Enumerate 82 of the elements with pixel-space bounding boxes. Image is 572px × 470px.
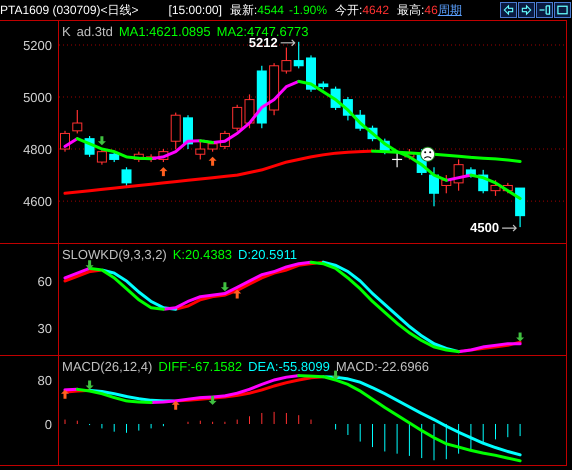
axis-label: 30 xyxy=(38,321,52,336)
split-panel-button[interactable] xyxy=(536,2,553,18)
candlestick xyxy=(515,188,526,228)
candlestick xyxy=(404,149,414,160)
legend-text: D:20.5911 xyxy=(238,246,298,264)
quote-text: 最新: xyxy=(230,2,258,19)
up-arrow-icon xyxy=(159,167,168,176)
candlestick xyxy=(429,167,439,206)
down-arrow-icon xyxy=(332,370,340,380)
candlestick xyxy=(269,63,280,116)
up-arrow-icon xyxy=(172,400,180,410)
quote-text: 今开: xyxy=(335,2,362,19)
candlestick xyxy=(306,55,316,92)
legend-text: K:20.4383 xyxy=(172,246,232,264)
quote-text: [15:00:00] xyxy=(168,2,222,19)
candlestick xyxy=(490,180,500,196)
down-arrow-icon xyxy=(86,380,94,390)
candlestick xyxy=(170,112,181,150)
quote-text: 4544 xyxy=(257,2,284,19)
quote-text: 最高: xyxy=(397,2,424,19)
candlestick xyxy=(96,149,107,165)
frown-face-icon xyxy=(420,146,436,162)
price-label: 4500 xyxy=(470,220,500,236)
legend-text: MACD:-22.6966 xyxy=(336,358,430,376)
candlestick xyxy=(195,141,206,160)
axis-label: 4600 xyxy=(23,194,52,210)
candlestick xyxy=(84,136,95,157)
doji-candlestick xyxy=(392,152,402,168)
down-arrow-icon xyxy=(220,282,229,292)
candlestick xyxy=(220,130,230,150)
legend-text: DEA:-55.8099 xyxy=(248,358,330,376)
up-arrow-icon xyxy=(208,156,217,166)
axis-label: 0 xyxy=(44,416,52,432)
candlestick xyxy=(109,152,120,162)
up-arrow-icon xyxy=(61,390,69,399)
arrow-icon xyxy=(502,224,517,232)
legend-text: ad.3td xyxy=(76,23,113,41)
down-arrow-icon xyxy=(208,396,217,405)
legend-text: K xyxy=(62,23,71,41)
candlestick xyxy=(342,97,353,120)
candlestick xyxy=(478,170,488,194)
candlestick xyxy=(183,115,193,150)
axis-label: 60 xyxy=(38,274,52,289)
quote-text: -1.90% xyxy=(288,2,327,19)
quote-text: 46 xyxy=(424,2,438,19)
candlestick xyxy=(208,141,218,152)
candlestick xyxy=(232,104,242,131)
arrow-left-button[interactable] xyxy=(500,2,517,18)
arrow-right-button[interactable] xyxy=(518,2,535,18)
arrow-icon xyxy=(280,39,296,46)
candlestick xyxy=(466,167,476,178)
candlestick xyxy=(294,42,304,68)
candlestick xyxy=(146,154,156,162)
axis-label: 4800 xyxy=(23,142,52,158)
axis-label: 80 xyxy=(38,372,52,388)
legend-text: MA1:4621.0895 xyxy=(118,23,211,41)
candlestick xyxy=(502,182,513,194)
down-arrow-icon xyxy=(86,260,94,270)
candlestick xyxy=(122,167,132,188)
symbol-title: PTA1609 (030709)<日线> xyxy=(0,2,139,19)
candlestick xyxy=(441,175,452,194)
legend-text: SLOWKD(9,3,3,2) xyxy=(62,246,167,264)
candlestick xyxy=(318,81,328,90)
legend-text: MACD(26,12,4) xyxy=(62,358,152,376)
candlestick xyxy=(244,94,254,128)
candlestick xyxy=(158,149,168,162)
quote-text: 4642 xyxy=(362,2,390,19)
legend-text: DIFF:-67.1582 xyxy=(158,358,242,376)
down-arrow-icon xyxy=(516,332,524,342)
window-button[interactable] xyxy=(554,2,571,18)
candlestick xyxy=(355,110,366,131)
up-arrow-icon xyxy=(233,290,242,299)
candlestick xyxy=(72,110,82,134)
candlestick xyxy=(281,48,292,74)
candlestick xyxy=(368,126,378,142)
candlestick xyxy=(454,159,464,191)
candlestick xyxy=(380,138,390,154)
axis-label: 5200 xyxy=(23,38,52,53)
down-arrow-icon xyxy=(98,136,106,146)
period-link[interactable]: 周期 xyxy=(438,1,462,19)
axis-label: 5000 xyxy=(23,90,52,105)
candlestick xyxy=(256,66,267,128)
